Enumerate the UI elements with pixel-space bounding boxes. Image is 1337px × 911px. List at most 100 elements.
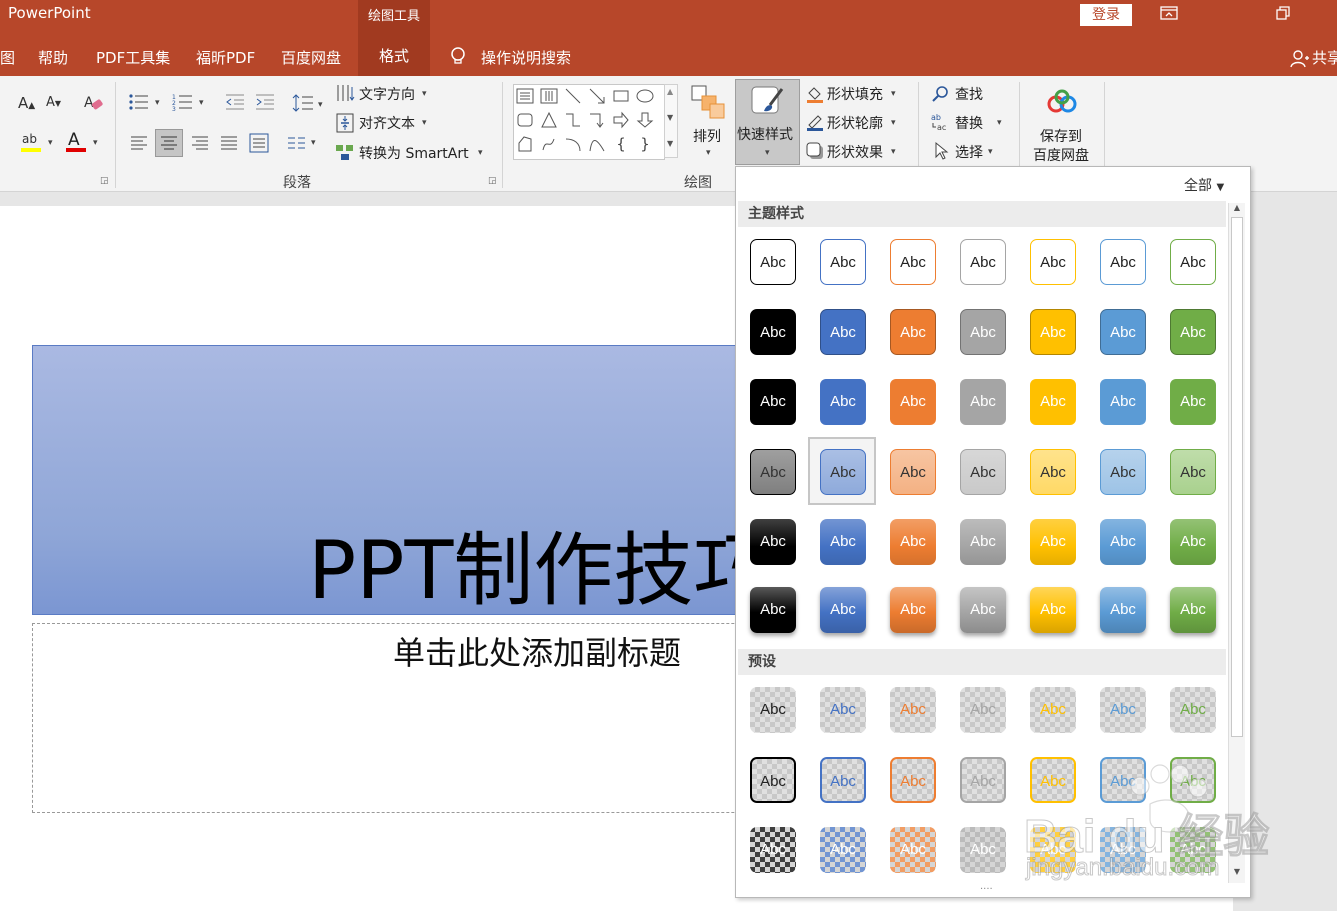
style-swatch-r1-c6[interactable]: Abc [1170,309,1216,355]
align-text-icon[interactable] [335,112,355,134]
left-brace-shape-icon[interactable]: { [612,135,630,153]
style-swatch-r3-c5[interactable]: Abc [1100,449,1146,495]
ribbon-display-icon[interactable] [1158,4,1180,24]
style-swatch-r2-c1[interactable]: Abc [820,379,866,425]
smartart-icon[interactable] [335,142,355,162]
chevron-down-icon[interactable]: ▾ [422,89,427,99]
style-swatch-r4-c0[interactable]: Abc [750,519,796,565]
font-shrink-icon[interactable]: A▼ [46,95,61,110]
style-swatch-r7-c2[interactable]: Abc [890,757,936,803]
increase-indent-icon[interactable] [254,92,276,112]
quick-styles-button[interactable]: 快速样式 ▾ [735,79,800,165]
style-swatch-r5-c6[interactable]: Abc [1170,587,1216,633]
style-swatch-r6-c1[interactable]: Abc [820,687,866,733]
style-swatch-r1-c5[interactable]: Abc [1100,309,1146,355]
tab-help[interactable]: 帮助 [38,47,68,68]
text-box-icon[interactable] [516,87,534,105]
text-direction-button[interactable]: 文字方向 [359,84,415,104]
justify-icon[interactable] [218,134,240,152]
style-swatch-r8-c1[interactable]: Abc [820,827,866,873]
style-swatch-r2-c5[interactable]: Abc [1100,379,1146,425]
numbering-icon[interactable]: 123 [172,92,194,113]
style-swatch-r7-c3[interactable]: Abc [960,757,1006,803]
freeform-shape-icon[interactable] [516,135,534,153]
tab-pdf-tools[interactable]: PDF工具集 [96,47,170,68]
style-filter-dropdown[interactable]: 全部 ▼ [1184,175,1224,195]
convert-smartart-button[interactable]: 转换为 SmartArt [359,143,469,163]
align-left-icon[interactable] [128,134,150,152]
style-swatch-r1-c2[interactable]: Abc [890,309,936,355]
align-right-icon[interactable] [189,134,211,152]
style-swatch-r7-c0[interactable]: Abc [750,757,796,803]
style-swatch-r3-c3[interactable]: Abc [960,449,1006,495]
style-swatch-r4-c2[interactable]: Abc [890,519,936,565]
align-text-button[interactable]: 对齐文本 [359,113,415,133]
align-center-button[interactable] [155,129,183,157]
scribble-shape-icon[interactable] [540,135,558,153]
arrange-button[interactable]: 排列 [693,126,721,146]
style-swatch-r1-c4[interactable]: Abc [1030,309,1076,355]
dialog-launcher-icon[interactable]: ◲ [100,176,109,186]
style-swatch-r5-c2[interactable]: Abc [890,587,936,633]
chevron-down-icon[interactable]: ▾ [48,138,53,148]
save-to-baidu-line1[interactable]: 保存到 [1040,126,1082,146]
shape-effects-button[interactable]: 形状效果 [827,142,883,162]
chevron-down-icon[interactable]: ▾ [199,98,204,108]
chevron-down-icon[interactable]: ▾ [155,98,160,108]
replace-icon[interactable]: ab ac [931,112,951,132]
style-swatch-r3-c2[interactable]: Abc [890,449,936,495]
font-color-icon[interactable]: A [64,128,88,154]
dialog-launcher-icon[interactable]: ◲ [488,176,497,186]
elbow-connector-icon[interactable] [564,111,582,129]
scroll-up-icon[interactable]: ▲ [667,87,673,96]
style-swatch-r0-c3[interactable]: Abc [960,239,1006,285]
style-swatch-r2-c3[interactable]: Abc [960,379,1006,425]
find-button[interactable]: 查找 [955,84,983,104]
style-swatch-r6-c2[interactable]: Abc [890,687,936,733]
style-swatch-r1-c1[interactable]: Abc [820,309,866,355]
rounded-rectangle-shape-icon[interactable] [516,111,534,129]
style-swatch-r4-c5[interactable]: Abc [1100,519,1146,565]
text-direction-icon[interactable] [335,82,355,104]
tab-format[interactable]: 格式 [358,40,430,76]
style-swatch-r0-c2[interactable]: Abc [890,239,936,285]
style-swatch-r0-c0[interactable]: Abc [750,239,796,285]
chevron-down-icon[interactable]: ▾ [478,148,483,158]
save-to-baidu-line2[interactable]: 百度网盘 [1033,145,1089,165]
paint-bucket-icon[interactable] [805,84,825,104]
tell-me-search[interactable]: 操作说明搜索 [481,47,571,68]
select-button[interactable]: 选择 [955,142,983,162]
style-swatch-r6-c5[interactable]: Abc [1100,687,1146,733]
decrease-indent-icon[interactable] [224,92,246,112]
line-spacing-icon[interactable] [292,92,314,114]
style-swatch-r3-c4[interactable]: Abc [1030,449,1076,495]
style-swatch-r3-c6[interactable]: Abc [1170,449,1216,495]
chevron-down-icon[interactable]: ▾ [311,138,316,148]
baidu-cloud-icon[interactable] [1046,88,1078,118]
down-arrow-shape-icon[interactable] [636,111,654,129]
shape-fill-button[interactable]: 形状填充 [827,84,883,104]
chevron-down-icon[interactable]: ▾ [891,89,896,99]
style-swatch-r1-c0[interactable]: Abc [750,309,796,355]
shapes-gallery-scroll[interactable]: ▲ ▼ ▼ [664,84,678,158]
scroll-up-icon[interactable]: ▲ [1229,203,1245,217]
chevron-down-icon[interactable]: ▾ [988,147,993,157]
chevron-down-icon[interactable]: ▾ [422,118,427,128]
bullets-icon[interactable] [128,92,150,112]
text-highlight-icon[interactable]: ab [20,130,44,154]
style-swatch-r4-c4[interactable]: Abc [1030,519,1076,565]
curve-shape-icon[interactable] [588,135,606,153]
chevron-down-icon[interactable]: ▾ [891,147,896,157]
tab-baidu-netdisk[interactable]: 百度网盘 [281,47,341,68]
distributed-align-icon[interactable] [248,132,270,154]
vertical-text-box-icon[interactable] [540,87,558,105]
style-swatch-r0-c5[interactable]: Abc [1100,239,1146,285]
style-swatch-r7-c1[interactable]: Abc [820,757,866,803]
tab-foxit-pdf[interactable]: 福昕PDF [196,47,255,68]
style-swatch-r5-c0[interactable]: Abc [750,587,796,633]
columns-icon[interactable] [286,134,308,152]
style-swatch-r1-c3[interactable]: Abc [960,309,1006,355]
line-shape-icon[interactable] [564,87,582,105]
style-swatch-r0-c1[interactable]: Abc [820,239,866,285]
style-swatch-r8-c0[interactable]: Abc [750,827,796,873]
